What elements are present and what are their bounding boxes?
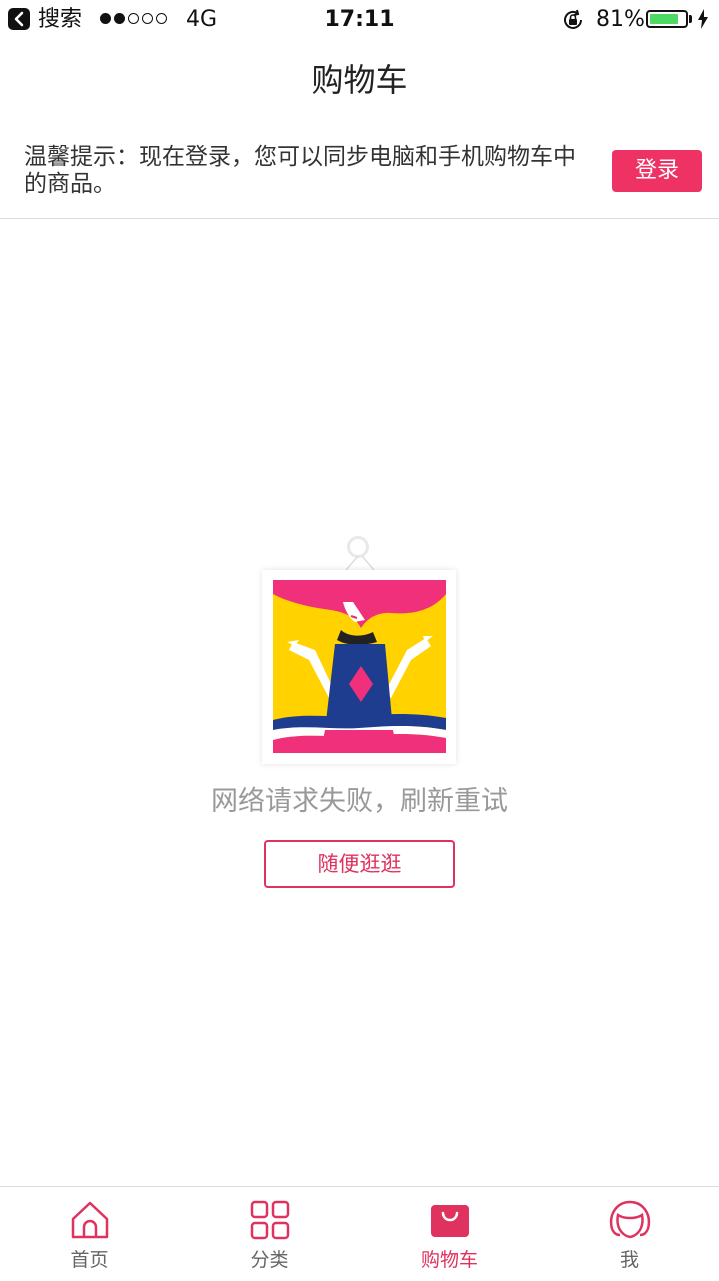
frame-hanger-icon — [347, 536, 369, 558]
grid-icon — [250, 1200, 289, 1240]
tab-category-label: 分类 — [250, 1249, 289, 1271]
page-title: 购物车 — [311, 61, 408, 99]
login-button[interactable]: 登录 — [612, 150, 702, 192]
tab-category[interactable]: 分类 — [180, 1187, 359, 1281]
browse-button[interactable]: 随便逛逛 — [264, 840, 455, 888]
tab-home-label: 首页 — [70, 1249, 109, 1271]
tab-bar: 首页 分类 购物车 我 — [0, 1186, 719, 1280]
rotation-lock-icon — [564, 9, 582, 29]
tab-cart-label: 购物车 — [420, 1249, 478, 1271]
tab-profile[interactable]: 我 — [540, 1187, 719, 1281]
shopping-bag-icon — [430, 1205, 469, 1237]
battery-percentage: 81% — [596, 7, 645, 32]
profile-icon — [609, 1200, 650, 1239]
tab-profile-label: 我 — [619, 1249, 639, 1271]
status-bar: 搜索 4G 17:11 81% — [0, 0, 719, 40]
battery-tip — [689, 15, 692, 23]
tab-home[interactable]: 首页 — [0, 1187, 179, 1281]
tab-cart[interactable]: 购物车 — [360, 1187, 539, 1281]
login-notice-text: 温馨提示：现在登录，您可以同步电脑和手机购物车中的商品。 — [24, 144, 576, 197]
login-notice: 温馨提示：现在登录，您可以同步电脑和手机购物车中的商品。 登录 — [0, 130, 719, 219]
charging-bolt-icon — [698, 9, 708, 29]
empty-state-illustration — [262, 570, 456, 764]
home-icon — [71, 1201, 108, 1239]
network-error-message: 网络请求失败，刷新重试 — [211, 786, 508, 817]
battery-icon — [646, 10, 688, 28]
